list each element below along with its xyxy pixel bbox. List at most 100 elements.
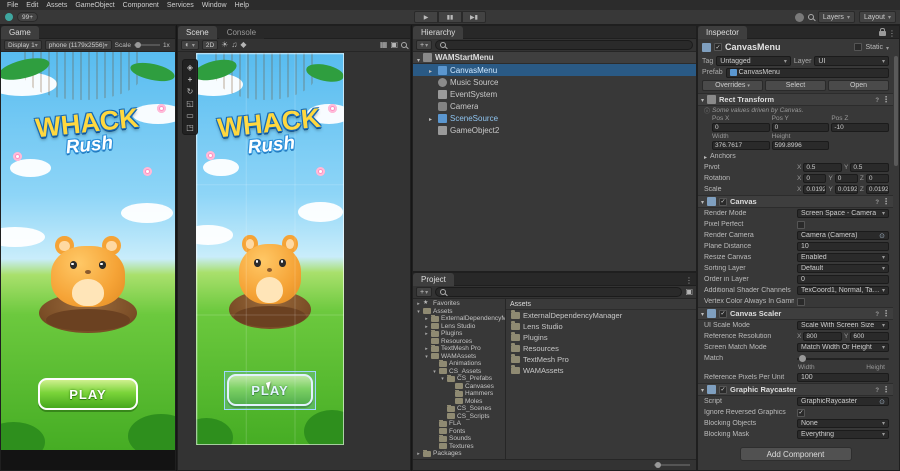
project-search-input[interactable]	[449, 289, 677, 296]
slider-knob[interactable]	[135, 42, 141, 48]
project-tree-item[interactable]: CS_Scenes	[413, 405, 505, 413]
effects-toggle-icon[interactable]: ◆	[240, 41, 246, 49]
hierarchy-item[interactable]: SceneSource	[413, 112, 696, 124]
pos-x-field[interactable]: 0	[712, 123, 770, 132]
asset-item[interactable]: ExternalDependencyManager	[506, 310, 696, 321]
project-tree-item[interactable]: Moles	[413, 398, 505, 406]
property-control[interactable]: TexCoord1, Normal, Tangent	[797, 286, 889, 295]
menu-item[interactable]: File	[3, 2, 22, 9]
help-icon[interactable]	[875, 309, 879, 318]
shading-mode-dropdown[interactable]: ◐	[181, 40, 199, 50]
icon-size-slider[interactable]	[654, 464, 690, 466]
scale-x-field[interactable]: 0.0192	[803, 185, 826, 194]
foldout-icon[interactable]	[704, 152, 707, 161]
pos-z-field[interactable]: -10	[831, 123, 889, 132]
step-button[interactable]: ▶▮	[462, 11, 486, 23]
slider-knob[interactable]	[799, 355, 806, 362]
rotation-x-field[interactable]: 0	[803, 174, 826, 183]
project-tree-item[interactable]: TextMesh Pro	[413, 345, 505, 353]
checkbox[interactable]	[797, 221, 805, 229]
play-game-button[interactable]: PLAY	[38, 378, 139, 410]
prefab-action-button[interactable]: Overrides	[702, 80, 763, 91]
component-header-rect-transform[interactable]: Rect Transform	[698, 93, 893, 106]
scene-tool-button[interactable]	[183, 73, 197, 85]
prefab-action-button[interactable]: Select	[765, 80, 826, 91]
rotation-y-field[interactable]: 0	[835, 174, 858, 183]
project-tree-item[interactable]: CS_Scripts	[413, 413, 505, 421]
project-tree-item[interactable]: Hammers	[413, 390, 505, 398]
project-tree-item[interactable]: Plugins	[413, 330, 505, 338]
project-tree-item[interactable]: Packages	[413, 450, 505, 458]
grid-settings-icon[interactable]: ▦	[380, 41, 388, 49]
add-component-button[interactable]: Add Component	[740, 447, 852, 461]
scene-tool-button[interactable]	[183, 61, 197, 73]
checkbox[interactable]	[797, 409, 805, 417]
asset-item[interactable]: WAMAssets	[506, 365, 696, 376]
tag-dropdown[interactable]: Untagged	[716, 56, 791, 66]
project-tree-item[interactable]: Sounds	[413, 435, 505, 443]
hierarchy-item[interactable]: Music Source	[413, 76, 696, 88]
menu-item[interactable]: Assets	[42, 2, 71, 9]
height-field[interactable]: 599.8996	[772, 141, 830, 150]
help-icon[interactable]	[875, 385, 879, 394]
scale-slider[interactable]	[134, 44, 160, 46]
menu-item[interactable]: Window	[198, 2, 231, 9]
match-slider[interactable]	[797, 358, 889, 360]
ref-resolution-x-field[interactable]: 800	[803, 332, 842, 341]
hierarchy-search-input[interactable]	[449, 42, 688, 49]
menu-item[interactable]: Edit	[22, 2, 42, 9]
component-header-graphic-raycaster[interactable]: Graphic Raycaster	[698, 383, 893, 396]
property-control[interactable]: 10	[797, 242, 889, 251]
foldout-icon[interactable]	[424, 345, 429, 352]
version-control-icon[interactable]	[5, 13, 13, 21]
play-button[interactable]: ▶	[414, 11, 438, 23]
kebab-menu-icon[interactable]	[882, 197, 890, 206]
property-control[interactable]: 0	[797, 275, 889, 284]
foldout-icon[interactable]	[432, 368, 437, 375]
foldout-icon[interactable]	[416, 300, 421, 307]
foldout-icon[interactable]	[701, 197, 704, 206]
hierarchy-item[interactable]: CanvasMenu	[413, 64, 696, 76]
foldout-icon[interactable]	[424, 315, 429, 322]
project-search[interactable]	[435, 287, 682, 297]
property-control[interactable]: Everything	[797, 430, 889, 439]
property-control[interactable]: Camera (Camera)	[797, 231, 889, 240]
project-tree-item[interactable]: Animations	[413, 360, 505, 368]
screen-match-mode-dropdown[interactable]: Match Width Or Height	[797, 343, 889, 352]
prefab-action-button[interactable]: Open	[828, 80, 889, 91]
project-tree-item[interactable]: Favorites	[413, 300, 505, 308]
prefab-field[interactable]: CanvasMenu	[726, 68, 889, 78]
foldout-icon[interactable]	[429, 66, 435, 75]
ref-resolution-y-field[interactable]: 600	[850, 332, 889, 341]
scene-tool-button[interactable]	[183, 97, 197, 109]
kebab-menu-icon[interactable]	[882, 385, 890, 394]
pause-button[interactable]: ▮▮	[438, 11, 462, 23]
scene-tool-button[interactable]	[183, 85, 197, 97]
foldout-icon[interactable]	[416, 450, 421, 457]
foldout-icon[interactable]	[701, 95, 704, 104]
hierarchy-item[interactable]: EventSystem	[413, 88, 696, 100]
foldout-icon[interactable]	[440, 375, 445, 382]
create-asset-button[interactable]: +	[416, 287, 432, 297]
hierarchy-item[interactable]: Camera	[413, 100, 696, 112]
search-by-type-icon[interactable]: ▣	[685, 288, 693, 296]
menu-item[interactable]: Help	[231, 2, 253, 9]
scene-tool-button[interactable]	[183, 121, 197, 133]
scene-canvas[interactable]: WHACK Rush PLAY	[196, 53, 344, 445]
project-tree-item[interactable]: Canvases	[413, 383, 505, 391]
slider-knob[interactable]	[655, 462, 661, 468]
pivot-x-field[interactable]: 0.5	[803, 163, 842, 172]
property-control[interactable]	[797, 408, 889, 417]
kebab-menu-icon[interactable]	[685, 272, 693, 288]
lock-icon[interactable]	[879, 31, 886, 36]
project-tree-item[interactable]: WAMAssets	[413, 353, 505, 361]
rotation-z-field[interactable]: 0	[866, 174, 889, 183]
display-dropdown[interactable]: Display 1	[4, 40, 42, 50]
account-icon[interactable]	[795, 13, 804, 22]
foldout-icon[interactable]	[417, 49, 420, 67]
menu-item[interactable]: GameObject	[71, 2, 118, 9]
property-control[interactable]: None	[797, 419, 889, 428]
property-control[interactable]: Enabled	[797, 253, 889, 262]
foldout-icon[interactable]	[429, 114, 435, 123]
property-control[interactable]: Default	[797, 264, 889, 273]
